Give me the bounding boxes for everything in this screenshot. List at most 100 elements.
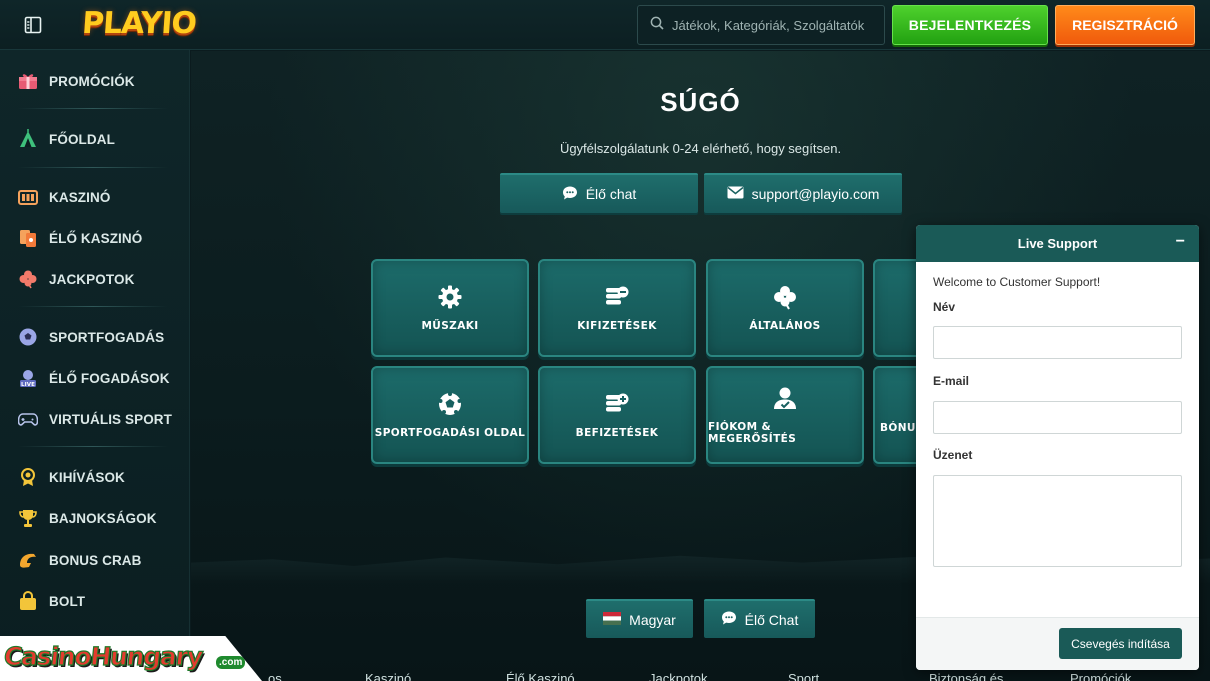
email-label: E-mail bbox=[933, 374, 970, 388]
live-support-widget: Live Support − Welcome to Customer Suppo… bbox=[916, 225, 1199, 670]
football-icon bbox=[18, 327, 38, 347]
footer-link[interactable]: Biztonság és bbox=[929, 671, 1003, 681]
message-label: Üzenet bbox=[933, 448, 973, 462]
trophy-icon bbox=[18, 508, 38, 528]
support-email-label: support@playio.com bbox=[751, 186, 880, 202]
sidebar-item-kaszino[interactable]: KASZINÓ bbox=[18, 185, 188, 209]
casino-hungary-watermark: CasinoHungary .com bbox=[0, 636, 262, 681]
welcome-text: Welcome to Customer Support! bbox=[933, 275, 1101, 289]
clover-icon bbox=[772, 284, 798, 310]
sidebar-divider bbox=[18, 306, 168, 307]
sidebar-item-kihivasok[interactable]: KIHÍVÁSOK bbox=[18, 465, 188, 489]
page-subtitle: Ügyfélszolgálatunk 0-24 elérhető, hogy s… bbox=[559, 141, 842, 156]
live-support-footer: Csevegés indítása bbox=[916, 617, 1199, 670]
claw-icon bbox=[18, 550, 38, 570]
tile-label: ÁLTALÁNOS bbox=[749, 320, 821, 332]
sidebar-item-sportfogadas[interactable]: SPORTFOGADÁS bbox=[18, 325, 188, 349]
login-button[interactable]: BEJELENTKEZÉS bbox=[892, 5, 1048, 45]
watermark-text: CasinoHungary bbox=[2, 641, 204, 671]
sidebar-item-elo-kaszino[interactable]: ÉLŐ KASZINÓ bbox=[18, 226, 188, 250]
tile-label: FIÓKOM & MEGERŐSÍTÉS bbox=[708, 421, 797, 445]
sidebar-item-label: KASZINÓ bbox=[49, 189, 111, 205]
top-bar: PLAYIO BEJELENTKEZÉS REGISZTRÁCIÓ bbox=[0, 0, 1210, 50]
sidebar-item-label: ÉLŐ FOGADÁSOK bbox=[49, 370, 170, 386]
live-icon: LIVE bbox=[18, 368, 38, 388]
live-chat-label: Élő chat bbox=[585, 186, 637, 202]
footer-live-chat-button[interactable]: Élő Chat bbox=[704, 599, 815, 638]
sidebar-item-promociok[interactable]: PROMÓCIÓK bbox=[18, 69, 188, 93]
chat-bubble-icon bbox=[721, 610, 737, 629]
football-icon bbox=[437, 391, 463, 417]
gear-icon bbox=[437, 284, 463, 310]
language-button[interactable]: Magyar bbox=[586, 599, 693, 638]
cards-icon bbox=[18, 228, 38, 248]
sidebar-item-jackpotok[interactable]: JACKPOTOK bbox=[18, 267, 188, 291]
sidebar-item-bolt[interactable]: BOLT bbox=[18, 589, 188, 613]
footer-link[interactable]: Kaszinó bbox=[365, 671, 411, 681]
svg-text:LIVE: LIVE bbox=[21, 382, 35, 388]
sidebar-item-label: BOLT bbox=[49, 593, 86, 609]
language-label: Magyar bbox=[629, 611, 676, 628]
sidebar-item-bonus-crab[interactable]: BONUS CRAB bbox=[18, 548, 188, 572]
tile-label: BEFIZETÉSEK bbox=[575, 427, 659, 439]
logo[interactable]: PLAYIO bbox=[81, 6, 197, 44]
sidebar-item-label: FŐOLDAL bbox=[49, 131, 115, 147]
sidebar-item-label: VIRTUÁLIS SPORT bbox=[49, 411, 173, 427]
footer-links: …os Kaszinó Élő Kaszinó Jackpotok Sport … bbox=[191, 671, 1210, 681]
sidebar-item-fooldal[interactable]: FŐOLDAL bbox=[18, 127, 188, 151]
start-chat-button[interactable]: Csevegés indítása bbox=[1059, 628, 1182, 659]
sidebar-divider bbox=[18, 167, 168, 168]
sidebar-toggle-icon[interactable] bbox=[24, 16, 42, 34]
search-icon bbox=[650, 16, 664, 35]
footer-live-chat-label: Élő Chat bbox=[744, 611, 799, 628]
tile-label: KIFIZETÉSEK bbox=[577, 320, 657, 332]
email-field[interactable] bbox=[933, 401, 1182, 434]
help-tile-muszaki[interactable]: MŰSZAKI bbox=[371, 259, 529, 357]
shopping-bag-icon bbox=[18, 591, 38, 611]
register-button[interactable]: REGISZTRÁCIÓ bbox=[1055, 5, 1195, 45]
tile-label: SPORTFOGADÁSI OLDAL bbox=[374, 427, 526, 439]
footer-link[interactable]: Jackpotok bbox=[649, 671, 708, 681]
sidebar-item-virtualis-sport[interactable]: VIRTUÁLIS SPORT bbox=[18, 407, 188, 431]
sidebar-item-bajnoksagok[interactable]: BAJNOKSÁGOK bbox=[18, 506, 188, 530]
help-tile-befizetesek[interactable]: BEFIZETÉSEK bbox=[538, 366, 696, 464]
hungary-flag-icon bbox=[603, 611, 622, 628]
help-tile-sportfogadasi-oldal[interactable]: SPORTFOGADÁSI OLDAL bbox=[371, 366, 529, 464]
name-field[interactable] bbox=[933, 326, 1182, 359]
search-box[interactable] bbox=[637, 5, 885, 45]
search-input[interactable] bbox=[672, 17, 882, 33]
coins-minus-icon bbox=[604, 284, 630, 310]
coins-plus-icon bbox=[604, 391, 630, 417]
clover-icon bbox=[18, 269, 38, 289]
sidebar-item-label: PROMÓCIÓK bbox=[49, 73, 135, 89]
sidebar-item-label: BONUS CRAB bbox=[49, 552, 142, 568]
live-support-header[interactable]: Live Support − bbox=[916, 225, 1199, 262]
sidebar-item-label: BAJNOKSÁGOK bbox=[49, 510, 157, 526]
name-label: Név bbox=[933, 300, 956, 314]
help-tile-altalanos[interactable]: ÁLTALÁNOS bbox=[706, 259, 864, 357]
footer-link[interactable]: Sport bbox=[788, 671, 819, 681]
sidebar-item-label: KIHÍVÁSOK bbox=[49, 469, 125, 485]
sidebar-item-label: SPORTFOGADÁS bbox=[49, 329, 165, 345]
tent-icon bbox=[18, 129, 38, 149]
message-field[interactable] bbox=[933, 475, 1182, 567]
help-tile-kifizetesek[interactable]: KIFIZETÉSEK bbox=[538, 259, 696, 357]
footer-link[interactable]: Promóciók bbox=[1070, 671, 1131, 681]
chat-bubble-icon bbox=[562, 185, 578, 204]
sidebar-divider bbox=[18, 108, 168, 109]
help-tile-fiokom[interactable]: FIÓKOM & MEGERŐSÍTÉS bbox=[706, 366, 864, 464]
user-check-icon bbox=[772, 385, 798, 411]
live-chat-button[interactable]: Élő chat bbox=[500, 173, 698, 213]
live-support-title: Live Support bbox=[1017, 236, 1098, 251]
minimize-icon[interactable]: − bbox=[1176, 233, 1185, 251]
watermark-suffix: .com bbox=[216, 656, 246, 669]
sidebar: PROMÓCIÓK FŐOLDAL KASZINÓ ÉLŐ KASZINÓ JA… bbox=[0, 50, 190, 681]
sidebar-divider bbox=[18, 446, 168, 447]
footer-link[interactable]: Élő Kaszinó bbox=[506, 671, 575, 681]
sidebar-item-elo-fogadasok[interactable]: LIVE ÉLŐ FOGADÁSOK bbox=[18, 366, 188, 390]
slot-machine-icon bbox=[18, 187, 38, 207]
medal-icon bbox=[18, 467, 38, 487]
sidebar-item-label: JACKPOTOK bbox=[49, 271, 135, 287]
support-email-button[interactable]: support@playio.com bbox=[704, 173, 902, 213]
tile-label: MŰSZAKI bbox=[421, 320, 479, 332]
